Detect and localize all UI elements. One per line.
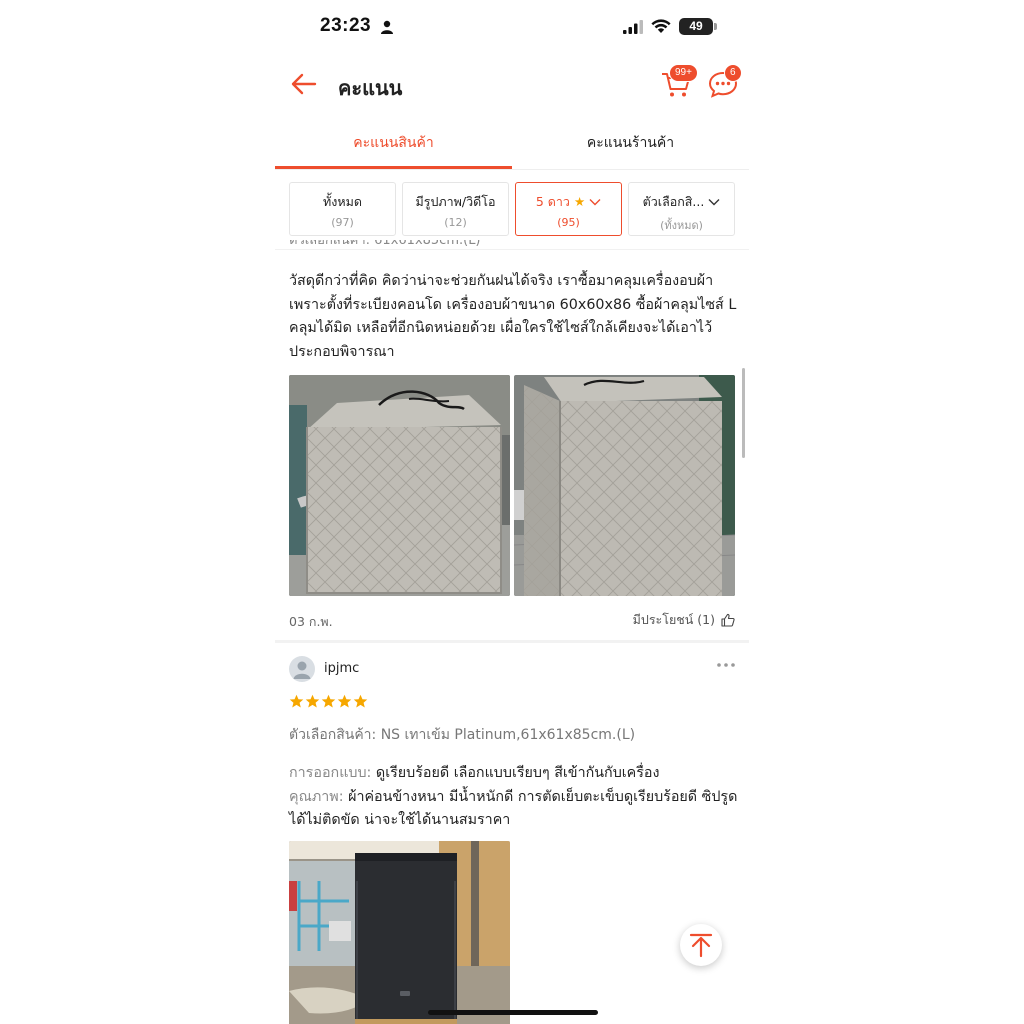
chevron-down-icon	[589, 199, 601, 206]
user-avatar-icon	[293, 661, 311, 679]
review-separator	[275, 640, 749, 643]
filter-5-stars-label: 5 ดาว	[535, 194, 570, 209]
filter-variant[interactable]: ตัวเลือกสิ... (ทั้งหมด)	[628, 182, 735, 236]
quality-line: คุณภาพ: ผ้าค่อนข้างหนา มีน้ำหนักดี การตั…	[289, 786, 739, 833]
app-screen: 23:23 49 คะแนน 99+ 6 คะแนนสินค้า คะแนนร้…	[275, 0, 749, 1024]
reviewer-username[interactable]: ipjmc	[324, 661, 359, 676]
status-time: 23:23	[320, 15, 372, 36]
filter-5-stars-count: (95)	[557, 216, 580, 229]
person-icon	[381, 20, 393, 34]
star-icon: ★	[573, 194, 586, 209]
filter-media-count: (12)	[444, 216, 467, 229]
review-text: วัสดุดีกว่าที่คิด คิดว่าน่าจะช่วยกันฝนได…	[289, 273, 737, 360]
cart-badge: 99+	[669, 64, 698, 82]
filter-variant-label: ตัวเลือกสิ...	[642, 194, 705, 209]
home-indicator[interactable]	[428, 1010, 598, 1015]
filter-5-stars-label-row: 5 ดาว ★	[516, 192, 621, 212]
design-line: การออกแบบ: ดูเรียบร้อยดี เลือกแบบเรียบๆ …	[289, 762, 739, 786]
avatar	[289, 656, 315, 682]
review-photo[interactable]	[289, 841, 510, 1024]
star-icon	[353, 694, 368, 708]
quality-text: ผ้าค่อนข้างหนา มีน้ำหนักดี การตัดเย็บตะเ…	[289, 788, 738, 829]
review-photo[interactable]	[514, 375, 735, 596]
filter-5-stars[interactable]: 5 ดาว ★ (95)	[515, 182, 622, 236]
filter-all-count: (97)	[331, 216, 354, 229]
star-icon	[321, 694, 336, 708]
review-variant-partial: ตัวเลือกสินค้า: 61x61x85cm.(L)	[289, 240, 481, 252]
thumbs-up-icon	[721, 613, 735, 627]
design-text: ดูเรียบร้อยดี เลือกแบบเรียบๆ สีเข้ากันกั…	[375, 765, 660, 781]
star-icon	[305, 694, 320, 708]
quality-label: คุณภาพ:	[289, 788, 344, 805]
arrow-up-icon	[689, 933, 713, 958]
more-options-icon[interactable]	[716, 662, 736, 668]
review-photo[interactable]	[289, 375, 510, 596]
filter-variant-count: (ทั้งหมด)	[660, 219, 703, 232]
review-detail: การออกแบบ: ดูเรียบร้อยดี เลือกแบบเรียบๆ …	[289, 762, 739, 833]
signal-icon	[623, 19, 643, 34]
star-rating	[289, 694, 368, 709]
status-indicators: 49	[623, 18, 717, 35]
filter-all[interactable]: ทั้งหมด (97)	[289, 182, 396, 236]
wifi-icon	[651, 19, 671, 33]
helpful-label: มีประโยชน์ (1)	[632, 612, 715, 627]
star-icon	[337, 694, 352, 708]
helpful-button[interactable]: มีประโยชน์ (1)	[633, 610, 735, 630]
back-arrow-icon[interactable]	[289, 70, 317, 98]
chat-badge: 6	[724, 64, 742, 82]
tab-product-rating[interactable]: คะแนนสินค้า	[275, 120, 512, 169]
filter-bar: ทั้งหมด (97) มีรูปภาพ/วิดีโอ (12) 5 ดาว …	[289, 182, 735, 236]
star-icon	[289, 694, 304, 708]
design-label: การออกแบบ:	[289, 765, 372, 781]
rating-tabs: คะแนนสินค้า คะแนนร้านค้า	[275, 120, 749, 170]
filter-variant-label-row: ตัวเลือกสิ...	[629, 192, 734, 212]
back-to-top-button[interactable]	[680, 924, 722, 966]
filter-media-label: มีรูปภาพ/วิดีโอ	[415, 194, 496, 209]
status-bar: 23:23 49	[275, 0, 749, 56]
review-date: 03 ก.พ.	[289, 614, 333, 629]
chevron-down-icon	[708, 199, 720, 206]
battery-indicator: 49	[679, 18, 717, 35]
page-title: คะแนน	[338, 76, 403, 100]
top-header: คะแนน 99+ 6	[275, 60, 749, 110]
review-variant: ตัวเลือกสินค้า: NS เทาเข้ม Platinum,61x6…	[289, 727, 636, 743]
scrollbar[interactable]	[742, 368, 745, 458]
filter-with-media[interactable]: มีรูปภาพ/วิดีโอ (12)	[402, 182, 509, 236]
filter-all-label: ทั้งหมด	[323, 194, 362, 209]
filter-divider	[275, 249, 749, 250]
tab-shop-rating[interactable]: คะแนนร้านค้า	[512, 120, 749, 169]
review-variant-partial-text: ตัวเลือกสินค้า: 61x61x85cm.(L)	[289, 240, 481, 248]
